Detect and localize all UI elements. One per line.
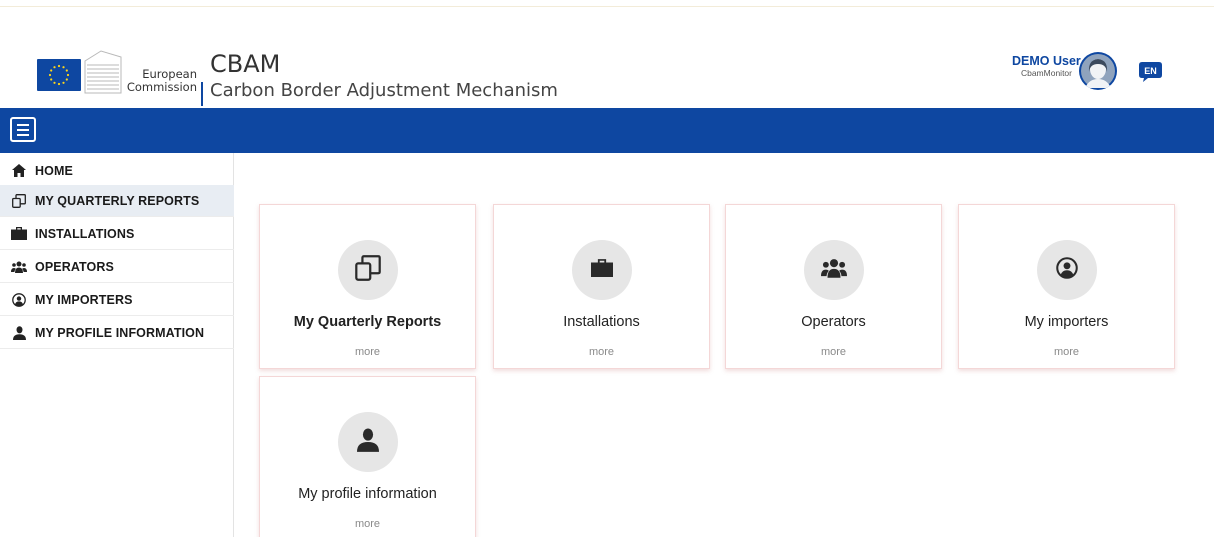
- reports-icon: [355, 254, 381, 286]
- card-icon-circle: [1037, 240, 1097, 300]
- user-info[interactable]: DEMO User CbamMonitor: [1012, 54, 1081, 78]
- top-divider: [0, 6, 1214, 7]
- language-code: EN: [1144, 66, 1157, 76]
- hamburger-line: [17, 129, 29, 131]
- sidebar-item-label: HOME: [35, 163, 73, 178]
- card-more-link[interactable]: more: [494, 346, 709, 358]
- user-circle-icon: [11, 292, 27, 308]
- reports-icon: [11, 193, 27, 209]
- sidebar-item-home[interactable]: HOME: [0, 155, 234, 187]
- card-my-profile-information[interactable]: My profile information more: [259, 376, 476, 537]
- hamburger-line: [17, 134, 29, 136]
- briefcase-icon: [591, 258, 613, 282]
- logo-divider: [201, 82, 203, 106]
- card-icon-circle: [338, 240, 398, 300]
- user-icon: [11, 325, 27, 341]
- european-commission-logo[interactable]: European Commission: [37, 47, 200, 97]
- main-toolbar: [0, 108, 1214, 153]
- card-title: My Quarterly Reports: [293, 314, 442, 330]
- card-title: My importers: [1024, 314, 1109, 330]
- sidebar-nav: HOME MY QUARTERLY REPORTS INSTALLATIONS …: [0, 153, 234, 537]
- sidebar-item-my-importers[interactable]: MY IMPORTERS: [0, 284, 234, 316]
- user-role: CbamMonitor: [1020, 68, 1072, 78]
- site-header: European Commission CBAM Carbon Border A…: [0, 36, 1214, 108]
- sidebar-item-my-quarterly-reports[interactable]: MY QUARTERLY REPORTS: [0, 185, 234, 217]
- user-avatar-icon[interactable]: [1079, 52, 1117, 90]
- home-icon: [11, 163, 27, 179]
- card-my-quarterly-reports[interactable]: My Quarterly Reports more: [259, 204, 476, 369]
- users-icon: [11, 259, 27, 275]
- eu-flag-icon: [37, 59, 81, 91]
- card-more-link[interactable]: more: [726, 346, 941, 358]
- sidebar-item-label: MY PROFILE INFORMATION: [35, 325, 205, 340]
- card-title: Installations: [563, 314, 640, 330]
- card-my-importers[interactable]: My importers more: [958, 204, 1175, 369]
- sidebar-item-label: OPERATORS: [35, 259, 114, 274]
- user-name: DEMO User: [1012, 54, 1081, 68]
- users-icon: [821, 258, 847, 283]
- sidebar-item-label: INSTALLATIONS: [35, 226, 135, 241]
- sidebar-item-label: MY IMPORTERS: [35, 292, 133, 307]
- hamburger-menu-button[interactable]: [10, 117, 36, 142]
- user-icon: [357, 427, 379, 457]
- card-icon-circle: [804, 240, 864, 300]
- sidebar-item-operators[interactable]: OPERATORS: [0, 251, 234, 283]
- sidebar-item-label: MY QUARTERLY REPORTS: [35, 193, 200, 208]
- card-more-link[interactable]: more: [260, 518, 475, 530]
- card-installations[interactable]: Installations more: [493, 204, 710, 369]
- organization-name: European Commission: [126, 67, 197, 94]
- card-title: Operators: [801, 314, 866, 330]
- hamburger-line: [17, 124, 29, 126]
- card-operators[interactable]: Operators more: [725, 204, 942, 369]
- language-switcher[interactable]: EN: [1138, 61, 1163, 83]
- app-subtitle: Carbon Border Adjustment Mechanism: [210, 80, 558, 101]
- sidebar-item-installations[interactable]: INSTALLATIONS: [0, 218, 234, 250]
- card-more-link[interactable]: more: [959, 346, 1174, 358]
- briefcase-icon: [11, 226, 27, 242]
- berlaymont-building-icon: [83, 47, 123, 95]
- card-more-link[interactable]: more: [260, 346, 475, 358]
- card-icon-circle: [338, 412, 398, 472]
- sidebar-item-my-profile-information[interactable]: MY PROFILE INFORMATION: [0, 317, 234, 349]
- card-icon-circle: [572, 240, 632, 300]
- user-circle-icon: [1056, 256, 1078, 284]
- card-title: My profile information: [298, 486, 437, 502]
- app-title: CBAM: [210, 50, 281, 78]
